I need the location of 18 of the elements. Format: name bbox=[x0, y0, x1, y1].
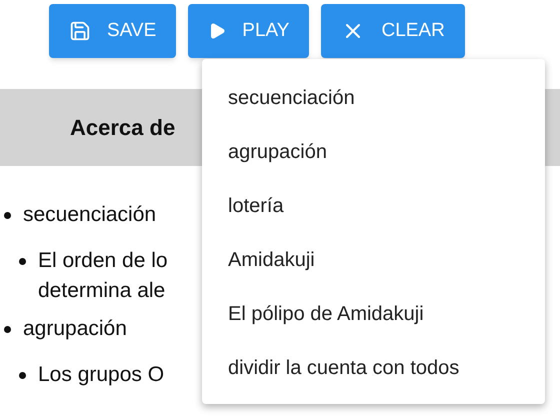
list-item-text: determina ale bbox=[38, 278, 166, 304]
menu-item[interactable]: dividir la cuenta con todos bbox=[202, 341, 545, 395]
list-item-text: Los grupos O bbox=[38, 362, 164, 388]
bullet-icon bbox=[4, 326, 11, 332]
list-item-text: El orden de lo bbox=[38, 248, 168, 274]
menu-item[interactable]: lotería bbox=[202, 179, 545, 233]
bullet-icon bbox=[19, 258, 26, 265]
bullet-icon bbox=[4, 212, 11, 218]
menu-item[interactable]: El pólipo de Amidakuji bbox=[202, 287, 545, 341]
menu-item[interactable]: agrupación bbox=[202, 125, 545, 179]
list-item-text: agrupación bbox=[23, 316, 127, 342]
save-icon bbox=[69, 20, 91, 42]
section-title: Acerca de bbox=[70, 114, 176, 142]
list-item-text: secuenciación bbox=[23, 202, 156, 228]
menu-item[interactable]: Amidakuji bbox=[202, 233, 545, 287]
menu-item[interactable]: secuenciación bbox=[202, 71, 545, 125]
play-icon bbox=[208, 22, 226, 40]
bullet-icon bbox=[19, 372, 26, 379]
